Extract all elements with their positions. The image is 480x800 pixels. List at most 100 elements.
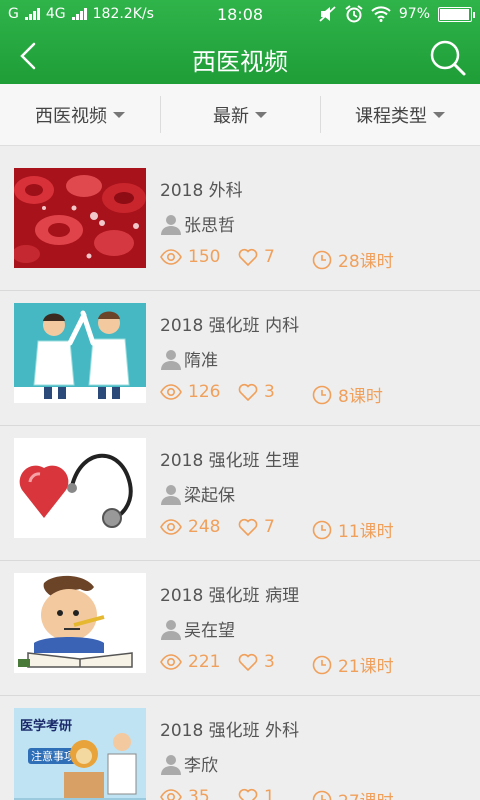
course-stats: 221 3 21课时 — [160, 652, 460, 677]
likes-count: 7 — [264, 247, 275, 267]
status-bar: G 4G 182.2K/s 18:08 97% — [0, 0, 480, 30]
filter-course-type[interactable]: 课程类型 — [320, 84, 480, 145]
list-item[interactable]: 2018 强化班 内科 隋准 126 3 8课时 — [0, 291, 480, 426]
course-thumbnail — [14, 573, 146, 673]
hours-count: 8课时 — [338, 387, 383, 407]
search-button[interactable] — [428, 38, 468, 78]
likes-stat: 1 — [238, 787, 275, 800]
course-stats: 150 7 28课时 — [160, 247, 460, 272]
page-title: 西医视频 — [192, 48, 288, 76]
views-count: 35 — [188, 787, 210, 800]
views-stat: 150 — [160, 247, 220, 267]
clock-icon — [312, 655, 332, 674]
eye-icon — [160, 789, 182, 800]
list-item[interactable]: 2018 强化班 生理 梁起保 248 7 11课时 — [0, 426, 480, 561]
battery-icon — [438, 6, 475, 22]
filter-sort[interactable]: 最新 — [160, 84, 320, 145]
course-title: 2018 强化班 病理 — [160, 586, 300, 606]
views-count: 248 — [188, 517, 221, 537]
eye-icon — [160, 384, 182, 400]
status-right: 97% — [319, 5, 475, 23]
views-count: 221 — [188, 652, 221, 672]
list-item[interactable]: 2018 强化班 病理 吴在望 221 3 21课时 — [0, 561, 480, 696]
search-icon — [430, 40, 466, 76]
views-stat: 126 — [160, 382, 220, 402]
eye-icon — [160, 519, 182, 535]
user-icon — [161, 349, 181, 370]
course-thumbnail — [14, 438, 146, 538]
exam-notice-image: 医学考研 注意事项 — [14, 708, 146, 800]
course-title: 2018 外科 — [160, 181, 243, 201]
filter-category-label: 西医视频 — [35, 105, 107, 127]
teacher-name: 李欣 — [184, 756, 218, 776]
course-title: 2018 强化班 外科 — [160, 721, 300, 741]
teacher-name: 梁起保 — [184, 486, 235, 506]
likes-stat: 7 — [238, 517, 275, 537]
course-thumbnail: 医学考研 注意事项 — [14, 708, 146, 800]
hours-count: 27课时 — [338, 787, 394, 800]
course-thumbnail — [14, 303, 146, 403]
user-icon — [161, 484, 181, 505]
wifi-icon — [371, 6, 391, 22]
teacher-row: 李欣 — [160, 751, 218, 776]
teacher-row: 吴在望 — [160, 616, 235, 641]
list-item[interactable]: 医学考研 注意事项 2018 强化班 外科 李欣 35 1 — [0, 696, 480, 800]
heart-icon — [238, 518, 258, 536]
clock-icon — [312, 520, 332, 539]
blood-cells-image — [14, 168, 146, 268]
hours-stat: 27课时 — [312, 787, 394, 800]
views-count: 126 — [188, 382, 221, 402]
likes-count: 3 — [264, 382, 275, 402]
course-stats: 126 3 8课时 — [160, 382, 460, 407]
clock-icon — [312, 250, 332, 269]
user-icon — [161, 214, 181, 235]
course-stats: 35 1 27课时 — [160, 787, 460, 800]
course-title: 2018 强化班 内科 — [160, 316, 300, 336]
views-stat: 221 — [160, 652, 220, 672]
clock-icon — [312, 790, 332, 800]
caret-down-icon — [255, 111, 267, 118]
teacher-name: 隋准 — [184, 351, 218, 371]
heart-icon — [238, 248, 258, 266]
list-item[interactable]: 2018 外科 张思哲 150 7 28课时 — [0, 156, 480, 291]
caret-down-icon — [113, 111, 125, 118]
heart-icon — [238, 383, 258, 401]
two-doctors-image — [14, 303, 146, 403]
battery-percent: 97% — [398, 6, 430, 22]
teacher-name: 张思哲 — [184, 216, 235, 236]
heart-icon — [238, 788, 258, 800]
teacher-name: 吴在望 — [184, 621, 235, 641]
mute-icon — [319, 6, 336, 22]
caret-down-icon — [433, 111, 445, 118]
alarm-icon — [345, 5, 363, 23]
views-stat: 248 — [160, 517, 220, 537]
studying-boy-image — [14, 573, 146, 673]
course-list: 2018 外科 张思哲 150 7 28课时 2018 强化班 内科 隋准 12… — [0, 156, 480, 800]
likes-stat: 7 — [238, 247, 275, 267]
teacher-row: 张思哲 — [160, 211, 235, 236]
hours-count: 11课时 — [338, 522, 394, 542]
filter-category[interactable]: 西医视频 — [0, 84, 160, 145]
thumb-badge: 注意事项 — [31, 749, 75, 763]
filter-sort-label: 最新 — [213, 105, 249, 127]
course-thumbnail — [14, 168, 146, 268]
filter-course-type-label: 课程类型 — [355, 105, 427, 127]
teacher-row: 隋准 — [160, 346, 218, 371]
likes-stat: 3 — [238, 382, 275, 402]
clock-icon — [312, 385, 332, 404]
app-header: G 4G 182.2K/s 18:08 97% 西医视频 — [0, 0, 480, 84]
hours-stat: 8课时 — [312, 382, 383, 407]
likes-stat: 3 — [238, 652, 275, 672]
eye-icon — [160, 654, 182, 670]
filter-bar: 西医视频 最新 课程类型 — [0, 84, 480, 146]
views-stat: 35 — [160, 787, 210, 800]
likes-count: 7 — [264, 517, 275, 537]
course-stats: 248 7 11课时 — [160, 517, 460, 542]
user-icon — [161, 619, 181, 640]
eye-icon — [160, 249, 182, 265]
course-title: 2018 强化班 生理 — [160, 451, 300, 471]
likes-count: 1 — [264, 787, 275, 800]
thumb-heading: 医学考研 — [20, 718, 72, 734]
hours-stat: 11课时 — [312, 517, 394, 542]
hours-stat: 28课时 — [312, 247, 394, 272]
